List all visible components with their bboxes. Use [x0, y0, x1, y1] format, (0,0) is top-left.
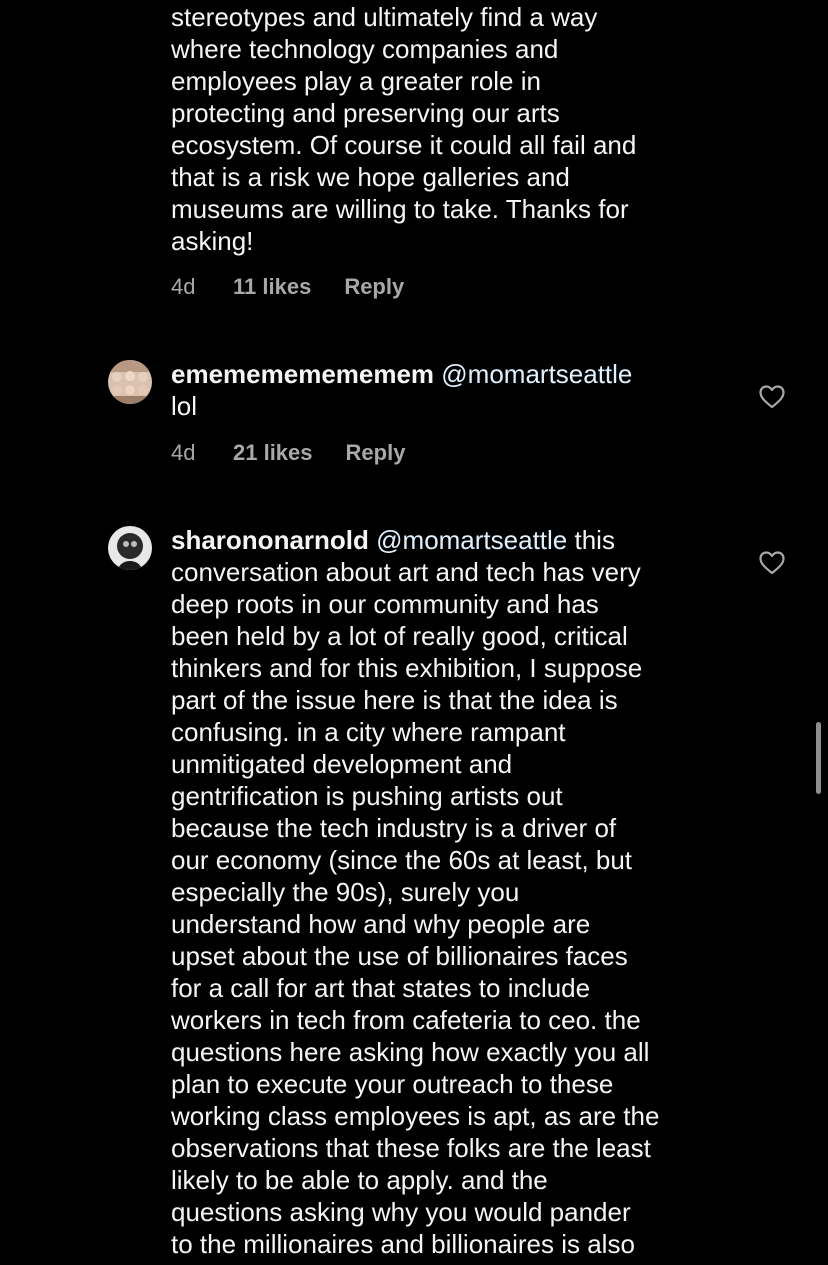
comment-likes[interactable]: 21 likes [233, 439, 313, 467]
reply-button[interactable]: Reply [346, 439, 406, 467]
reply-button[interactable]: Reply [344, 273, 404, 301]
comment-meta: 4d 21 likes Reply [171, 439, 405, 467]
comment-line: because the tech industry is a driver of [171, 813, 617, 843]
avatar[interactable] [108, 526, 152, 570]
comment-likes[interactable]: 11 likes [233, 273, 311, 301]
comment-line: questions here asking how exactly you al… [171, 1037, 650, 1067]
like-heart-icon[interactable] [759, 551, 785, 575]
comment-line: upset about the use of billionaires face… [171, 941, 628, 971]
comment-line: employees play a greater role in [171, 66, 541, 96]
comment-mention[interactable]: @momartseattle [376, 525, 567, 555]
like-heart-icon[interactable] [759, 385, 785, 409]
comment-line: stereotypes and ultimately find a way [171, 2, 598, 32]
comment-line: that is a risk we hope galleries and [171, 162, 570, 192]
comment-line: likely to be able to apply. and the [171, 1165, 548, 1195]
comment-line: working class employees is apt, as are t… [171, 1101, 660, 1131]
comment-time: 4d [171, 274, 196, 299]
comment-body: ememememememem @momartseattle lol [171, 358, 731, 422]
comment-line: plan to execute your outreach to these [171, 1069, 614, 1099]
comment-username[interactable]: sharononarnold [171, 525, 369, 555]
comment-line: our economy (since the 60s at least, but [171, 845, 633, 875]
comment-line: for a call for art that states to includ… [171, 973, 591, 1003]
comment-line: protecting and preserving our arts [171, 98, 560, 128]
comment-line: sharononarnold @momartseattle this [171, 524, 731, 556]
comment-meta: 4d 11 likes Reply [171, 273, 404, 301]
comment-time: 4d [171, 440, 196, 465]
comment-line: conversation about art and tech has very [171, 557, 641, 587]
avatar[interactable] [108, 360, 152, 404]
comment-line: been held by a lot of really good, criti… [171, 621, 628, 651]
comment-line: questions asking why you would pander [171, 1197, 631, 1227]
scrollbar[interactable] [816, 722, 821, 794]
comment-mention[interactable]: @momartseattle [441, 359, 632, 389]
comment-line: workers in tech from cafeteria to ceo. t… [171, 1005, 641, 1035]
comment-line: thinkers and for this exhibition, I supp… [171, 653, 643, 683]
comment-line: asking! [171, 226, 254, 256]
comment-line: where technology companies and [171, 34, 559, 64]
comment-line: gentrification is pushing artists out [171, 781, 563, 811]
comment-line: deep roots in our community and has [171, 589, 599, 619]
comment-line: museums are willing to take. Thanks for [171, 194, 629, 224]
comment-text-start: this [574, 525, 615, 555]
comment-line: observations that these folks are the le… [171, 1133, 651, 1163]
comment-line: part of the issue here is that the idea … [171, 685, 618, 715]
comment-line: confusing. in a city where rampant [171, 717, 566, 747]
comment-body: sharononarnold @momartseattle this conve… [171, 524, 731, 1260]
comment-line: to the millionaires and billionaires is … [171, 1229, 635, 1259]
comment-line: lol [171, 391, 198, 421]
comment-line: unmitigated development and [171, 749, 513, 779]
comment-line: ecosystem. Of course it could all fail a… [171, 130, 637, 160]
comment-username[interactable]: ememememememem [171, 359, 434, 389]
comment-line: ememememememem @momartseattle [171, 358, 731, 390]
comment-line: understand how and why people are [171, 909, 591, 939]
comment-line: especially the 90s), surely you [171, 877, 520, 907]
comment-body: stereotypes and ultimately find a way wh… [171, 1, 731, 257]
